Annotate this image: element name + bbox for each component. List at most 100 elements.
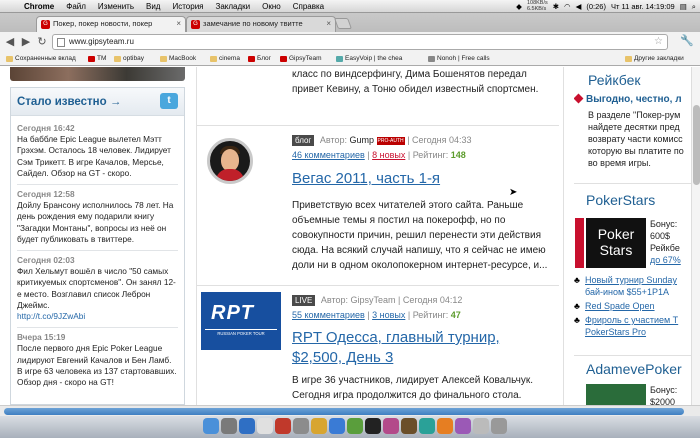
bookmark-tm[interactable]: TM bbox=[88, 52, 106, 66]
vertical-scrollbar[interactable] bbox=[691, 67, 700, 405]
downloads-icon[interactable] bbox=[473, 418, 489, 434]
menu-help[interactable]: Справка bbox=[287, 0, 330, 13]
adameve-logo[interactable] bbox=[586, 384, 646, 405]
new-tab-button[interactable] bbox=[333, 18, 353, 29]
itunes-icon[interactable] bbox=[311, 418, 327, 434]
page-icon bbox=[57, 38, 65, 47]
wifi-icon[interactable]: ◠ bbox=[564, 0, 571, 13]
gipsyteam-favicon-icon: G bbox=[41, 20, 50, 29]
diamond-icon bbox=[574, 93, 584, 104]
news-text: Дойлу Брансону исполнилось 78 лет. На де… bbox=[17, 200, 174, 244]
menu-bookmarks[interactable]: Закладки bbox=[210, 0, 257, 13]
menu-view[interactable]: Вид bbox=[140, 0, 166, 13]
menu-history[interactable]: История bbox=[166, 0, 209, 13]
chrome-icon[interactable] bbox=[347, 418, 363, 434]
scrollbar-thumb[interactable] bbox=[693, 105, 700, 185]
news-widget-header[interactable]: Стало известно → t bbox=[11, 88, 184, 116]
adameve-title[interactable]: AdamevePoker bbox=[586, 360, 682, 378]
app-icon[interactable] bbox=[455, 418, 471, 434]
reload-icon[interactable]: ↻ bbox=[34, 34, 50, 50]
bookmark-optibay[interactable]: optibay bbox=[114, 52, 144, 66]
bookmark-cinema[interactable]: cinema bbox=[210, 52, 240, 66]
new-comments-link[interactable]: 8 новых bbox=[372, 150, 405, 160]
terminal-icon[interactable] bbox=[365, 418, 381, 434]
gipsyteam-favicon-icon: G bbox=[191, 20, 200, 29]
skype-icon[interactable] bbox=[329, 418, 345, 434]
tab-twitter-remark[interactable]: G замечание по новому твитте × bbox=[186, 16, 336, 32]
clock[interactable]: Чт 11 авг. 14:19:09 bbox=[611, 0, 675, 13]
volume-icon[interactable]: ◀ bbox=[576, 0, 582, 13]
post-stats: 46 комментариев | 8 новых | Рейтинг: 148 bbox=[292, 150, 466, 160]
menu-window[interactable]: Окно bbox=[256, 0, 287, 13]
wrench-icon[interactable]: 🔧 bbox=[680, 34, 694, 47]
pokerstars-title[interactable]: PokerStars bbox=[586, 191, 655, 209]
menu-app[interactable]: Chrome bbox=[18, 0, 60, 13]
twitter-icon[interactable]: t bbox=[160, 93, 178, 109]
horizontal-scrollbar[interactable] bbox=[0, 405, 700, 416]
bookmark-easyvoip[interactable]: EasyVoip | the chea bbox=[336, 52, 402, 66]
adameve-block: AdamevePoker Бонус: $2000 bbox=[574, 355, 692, 405]
pokerstars-block: PokerStars Poker Stars Бонус: 600$ Рейкб… bbox=[574, 183, 692, 353]
folder-icon bbox=[625, 56, 632, 62]
app-icon[interactable] bbox=[419, 418, 435, 434]
post-card: RPT RUSSIAN POKER TOUR LIVE Автор: Gipsy… bbox=[197, 285, 559, 405]
bookmark-macbook[interactable]: MacBook bbox=[160, 52, 196, 66]
back-icon[interactable]: ◀ bbox=[2, 34, 18, 50]
bookmark-gipsyteam[interactable]: GipsyTeam bbox=[280, 52, 322, 66]
comments-link[interactable]: 46 комментариев bbox=[292, 150, 365, 160]
bookmark-star-icon[interactable]: ☆ bbox=[654, 35, 663, 49]
trash-icon[interactable] bbox=[491, 418, 507, 434]
bookmark-other[interactable]: Другие закладки bbox=[625, 52, 684, 66]
tab-poker-news[interactable]: G Покер, покер новости, покер × bbox=[36, 16, 186, 32]
post-type-badge[interactable]: блог bbox=[292, 135, 315, 146]
app-icon[interactable] bbox=[437, 418, 453, 434]
rakeback-headline[interactable]: Выгодно, честно, л bbox=[574, 93, 682, 105]
preferences-icon[interactable] bbox=[293, 418, 309, 434]
mail-icon[interactable] bbox=[257, 418, 273, 434]
photos-icon[interactable] bbox=[383, 418, 399, 434]
adameve-bonus: Бонус: $2000 bbox=[650, 385, 678, 405]
ps-link-buyin[interactable]: бай-ином $55+1P1A bbox=[585, 286, 669, 298]
ps-link-red-spade[interactable]: ♣ Red Spade Open bbox=[574, 300, 655, 312]
battery-label[interactable]: (0:26) bbox=[586, 0, 606, 13]
post-author[interactable]: Gump bbox=[350, 135, 375, 145]
dropbox-icon[interactable]: ◆ bbox=[516, 0, 522, 13]
flag-icon[interactable]: ▤ bbox=[680, 0, 687, 13]
calendar-icon[interactable] bbox=[275, 418, 291, 434]
close-tab-icon[interactable]: × bbox=[326, 17, 331, 31]
bookmark-nonoh[interactable]: Nonoh | Free calls bbox=[428, 52, 490, 66]
scrollbar-thumb[interactable] bbox=[4, 408, 684, 415]
tab-title: замечание по новому твитте bbox=[203, 19, 303, 28]
address-bar[interactable]: www.gipsyteam.ru ☆ bbox=[52, 34, 668, 50]
comments-link[interactable]: 55 комментариев bbox=[292, 310, 365, 320]
close-tab-icon[interactable]: × bbox=[176, 17, 181, 31]
safari-icon[interactable] bbox=[239, 418, 255, 434]
author-avatar[interactable] bbox=[207, 138, 253, 184]
bookmark-saved-tabs[interactable]: Сохраненные вклад bbox=[6, 52, 76, 66]
finder-icon[interactable] bbox=[203, 418, 219, 434]
dashboard-icon[interactable] bbox=[221, 418, 237, 434]
post-type-badge[interactable]: LIVE bbox=[292, 295, 316, 306]
gipsyteam-icon bbox=[280, 56, 287, 62]
menu-file[interactable]: Файл bbox=[60, 0, 92, 13]
post-author[interactable]: GipsyTeam bbox=[351, 295, 396, 305]
post-title-link[interactable]: Вегас 2011, часть 1-я bbox=[292, 169, 552, 189]
bluetooth-icon[interactable]: ✱ bbox=[553, 0, 559, 13]
ps-link-sunday[interactable]: ♣ Новый турнир Sunday bbox=[574, 274, 677, 286]
ps-link-pro[interactable]: PokerStars Pro bbox=[585, 326, 646, 338]
menu-edit[interactable]: Изменить bbox=[92, 0, 140, 13]
news-time: Вчера 15:19 bbox=[17, 332, 66, 343]
tm-icon bbox=[88, 56, 95, 62]
pokerstars-logo[interactable]: Poker Stars bbox=[586, 218, 646, 268]
bookmark-blog[interactable]: Блог bbox=[248, 52, 271, 66]
page-content: Стало известно → t Сегодня 16:42 На бабб… bbox=[0, 67, 700, 405]
ps-link-freeroll[interactable]: ♣ Фрироль с участием Т bbox=[574, 314, 678, 326]
rakeback-title[interactable]: Рейкбек bbox=[588, 71, 641, 89]
app-icon[interactable] bbox=[401, 418, 417, 434]
post-title-link[interactable]: RPT Одесса, главный турнир, $2,500, День… bbox=[292, 328, 552, 368]
forward-icon[interactable]: ▶ bbox=[18, 34, 34, 50]
news-link[interactable]: http://t.co/9JZwAbi bbox=[17, 311, 178, 322]
new-comments-link[interactable]: 3 новых bbox=[372, 310, 405, 320]
rpt-logo[interactable]: RPT RUSSIAN POKER TOUR bbox=[201, 292, 281, 350]
spotlight-icon[interactable]: ⌕ bbox=[692, 0, 696, 13]
